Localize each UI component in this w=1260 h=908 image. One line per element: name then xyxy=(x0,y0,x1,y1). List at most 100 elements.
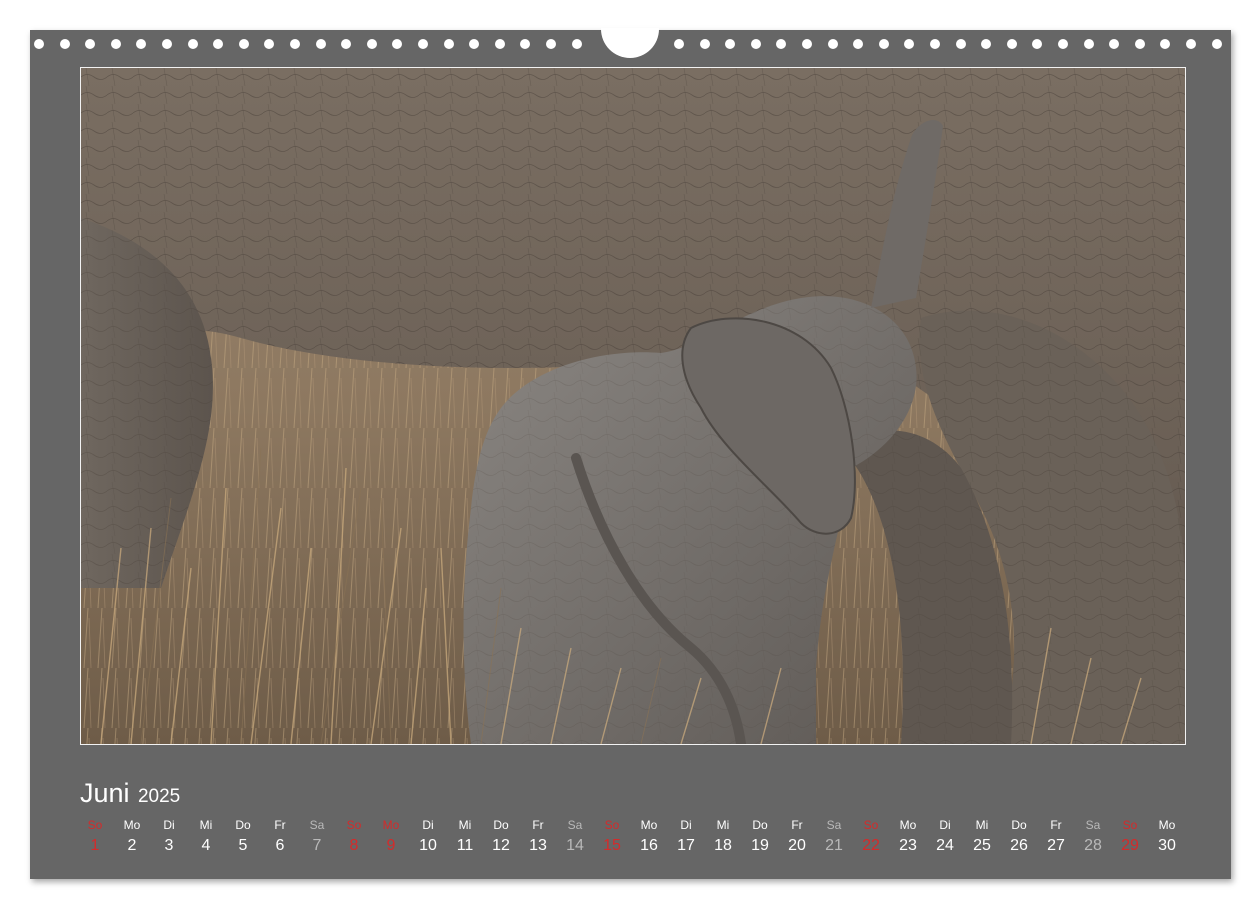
binding-hole xyxy=(904,39,914,49)
day-cell: So 15 xyxy=(595,818,629,856)
day-number: 21 xyxy=(825,837,843,854)
binding-hole xyxy=(520,39,530,49)
hanger-notch xyxy=(601,28,659,58)
weekday-label: Di xyxy=(939,818,951,832)
day-cell: Do 26 xyxy=(1002,818,1036,856)
binding-hole xyxy=(469,39,479,49)
photo-elephant-calf xyxy=(80,67,1186,745)
day-number: 14 xyxy=(566,837,584,854)
day-cell: So 8 xyxy=(337,818,371,856)
binding-hole xyxy=(956,39,966,49)
day-cell: Do 12 xyxy=(484,818,518,856)
binding-hole xyxy=(495,39,505,49)
day-cell: Fr 27 xyxy=(1039,818,1073,856)
binding-hole xyxy=(930,39,940,49)
binding-hole xyxy=(546,39,556,49)
day-number: 1 xyxy=(90,837,100,854)
day-cell: Mi 11 xyxy=(448,818,482,856)
binding-hole xyxy=(392,39,402,49)
binding-hole xyxy=(136,39,146,49)
day-cell: Fr 20 xyxy=(780,818,814,856)
day-number: 6 xyxy=(275,837,285,854)
binding-hole xyxy=(674,39,684,49)
day-number: 25 xyxy=(973,837,991,854)
day-cell: Di 10 xyxy=(411,818,445,856)
day-number: 24 xyxy=(936,837,954,854)
day-cell: Do 5 xyxy=(226,818,260,856)
weekday-label: Fr xyxy=(791,818,803,832)
weekday-label: Mo xyxy=(382,818,400,832)
day-number: 13 xyxy=(529,837,547,854)
day-number: 12 xyxy=(492,837,510,854)
day-cell: Mi 18 xyxy=(706,818,740,856)
day-cell: Mo 9 xyxy=(374,818,408,856)
binding-hole xyxy=(1186,39,1196,49)
day-number: 23 xyxy=(899,837,917,854)
weekday-label: Fr xyxy=(1050,818,1062,832)
day-number: 8 xyxy=(349,837,359,854)
day-cell: Fr 6 xyxy=(263,818,297,856)
weekday-label: Mi xyxy=(716,818,730,832)
weekday-label: So xyxy=(863,818,879,832)
day-cell: Di 24 xyxy=(928,818,962,856)
day-number: 2 xyxy=(127,837,137,854)
binding-hole xyxy=(981,39,991,49)
weekday-label: Di xyxy=(422,818,434,832)
day-number: 27 xyxy=(1047,837,1065,854)
binding-hole xyxy=(853,39,863,49)
binding-hole xyxy=(34,39,44,49)
day-number: 22 xyxy=(862,837,880,854)
day-number: 7 xyxy=(312,837,322,854)
month-header: Juni 2025 xyxy=(80,778,180,809)
weekday-label: Sa xyxy=(1085,818,1101,832)
day-number: 10 xyxy=(419,837,437,854)
day-strip: So 1 Mo 2 Di 3 Mi 4 Do 5 Fr 6 Sa 7 So 8 Mo 9 Di 10 Mi 11 Do 12 F… xyxy=(80,818,1220,868)
day-cell: Sa 21 xyxy=(817,818,851,856)
weekday-label: Mo xyxy=(640,818,658,832)
binding-hole xyxy=(879,39,889,49)
binding-hole xyxy=(572,39,582,49)
weekday-label: Di xyxy=(680,818,692,832)
day-cell: Mo 23 xyxy=(891,818,925,856)
day-cell: So 1 xyxy=(78,818,112,856)
weekday-label: Sa xyxy=(826,818,842,832)
weekday-label: Di xyxy=(163,818,175,832)
day-cell: Mi 4 xyxy=(189,818,223,856)
month-name: Juni xyxy=(80,778,130,808)
calendar-page: Juni 2025 So 1 Mo 2 Di 3 Mi 4 Do 5 Fr 6 Sa 7 So 8 Mo 9 Di 1… xyxy=(30,28,1231,879)
weekday-label: Mi xyxy=(458,818,472,832)
day-number: 4 xyxy=(201,837,211,854)
binding-hole xyxy=(162,39,172,49)
binding-hole xyxy=(700,39,710,49)
binding-hole xyxy=(316,39,326,49)
binding-hole xyxy=(828,39,838,49)
binding-hole xyxy=(188,39,198,49)
weekday-label: So xyxy=(346,818,362,832)
binding-hole xyxy=(341,39,351,49)
binding-hole xyxy=(111,39,121,49)
binding-hole xyxy=(1007,39,1017,49)
binding-hole xyxy=(290,39,300,49)
day-cell: Sa 7 xyxy=(300,818,334,856)
weekday-label: Sa xyxy=(309,818,325,832)
day-number: 5 xyxy=(238,837,248,854)
weekday-label: Do xyxy=(1011,818,1027,832)
binding-hole xyxy=(60,39,70,49)
binding-hole xyxy=(776,39,786,49)
binding-hole xyxy=(1160,39,1170,49)
weekday-label: So xyxy=(87,818,103,832)
binding-hole xyxy=(725,39,735,49)
binding-hole xyxy=(802,39,812,49)
day-number: 18 xyxy=(714,837,732,854)
binding-hole xyxy=(264,39,274,49)
day-cell: Mo 30 xyxy=(1150,818,1184,856)
day-cell: Fr 13 xyxy=(521,818,555,856)
weekday-label: Do xyxy=(752,818,768,832)
binding-hole xyxy=(751,39,761,49)
weekday-label: Fr xyxy=(274,818,286,832)
day-number: 15 xyxy=(603,837,621,854)
day-number: 17 xyxy=(677,837,695,854)
weekday-label: So xyxy=(604,818,620,832)
day-number: 26 xyxy=(1010,837,1028,854)
binding-hole xyxy=(444,39,454,49)
